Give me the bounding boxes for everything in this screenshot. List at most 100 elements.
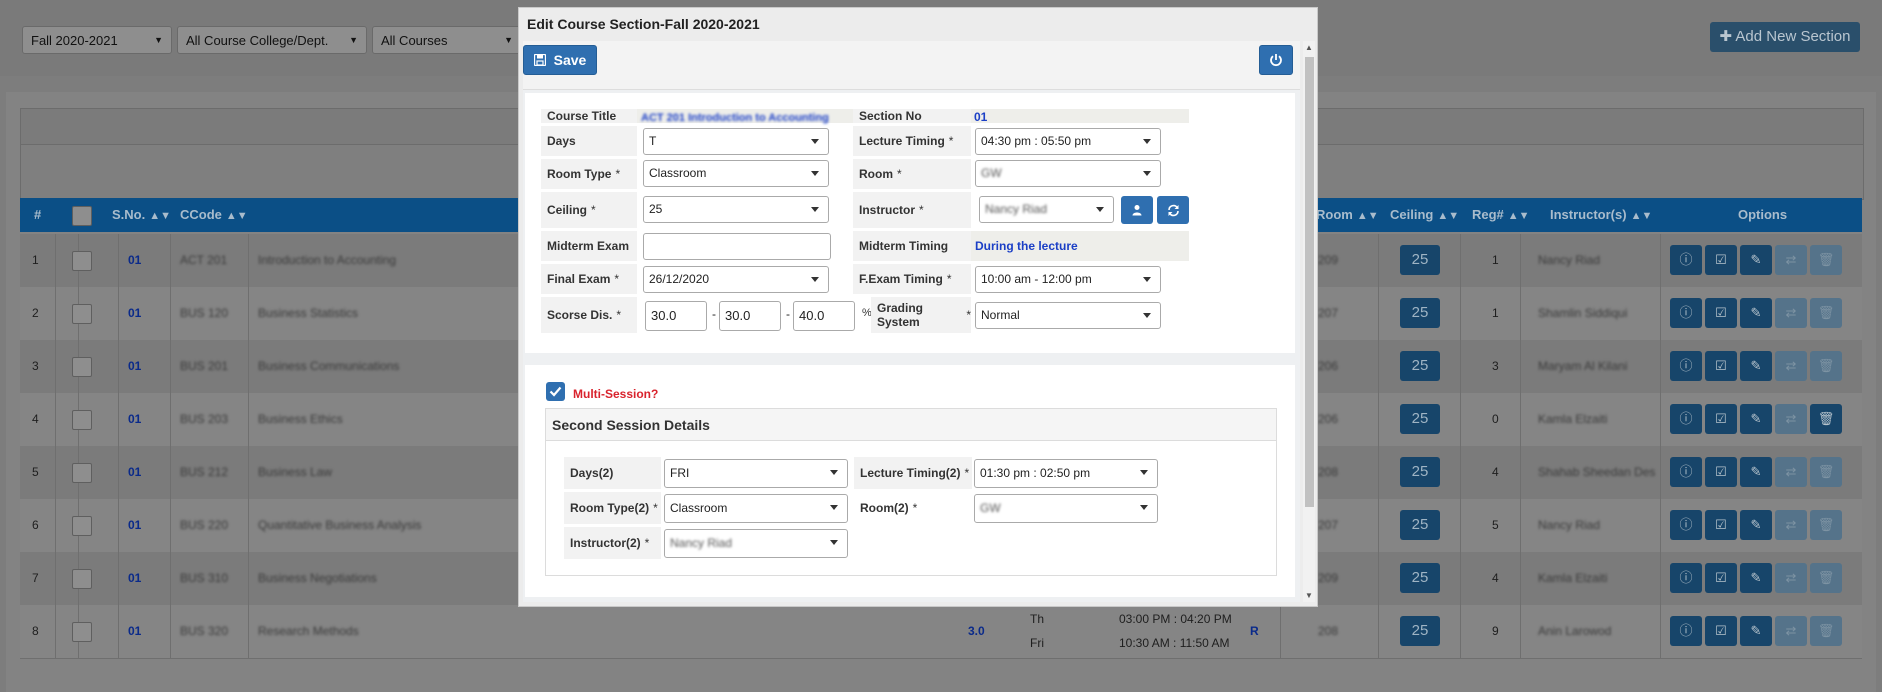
swap-icon[interactable]: ⇄ (1775, 457, 1807, 487)
ceiling-button[interactable]: 25 (1400, 245, 1440, 275)
row-sno[interactable]: 01 (128, 393, 141, 446)
score-midterm-input[interactable]: 30.0 (645, 301, 707, 331)
col-sno[interactable]: S.No. ▲▼ (112, 198, 171, 232)
checkbox-icon[interactable]: ☑ (1705, 404, 1737, 434)
row-sno[interactable]: 01 (128, 287, 141, 340)
add-new-section-button[interactable]: ✚ Add New Section (1710, 22, 1860, 52)
trash-icon[interactable]: 🗑 (1810, 298, 1842, 328)
swap-icon[interactable]: ⇄ (1775, 298, 1807, 328)
checkbox-icon[interactable]: ☑ (1705, 616, 1737, 646)
midterm-exam-input[interactable] (643, 233, 831, 260)
info-icon[interactable]: ⓘ (1670, 616, 1702, 646)
info-icon[interactable]: ⓘ (1670, 404, 1702, 434)
edit-icon[interactable]: ✎ (1740, 616, 1772, 646)
info-icon[interactable]: ⓘ (1670, 245, 1702, 275)
fexam-timing-select[interactable]: 10:00 am - 12:00 pm (975, 266, 1161, 293)
score-final-input[interactable]: 40.0 (793, 301, 855, 331)
trash-icon[interactable]: 🗑 (1810, 404, 1842, 434)
final-exam-select[interactable]: 26/12/2020 (643, 266, 829, 293)
edit-icon[interactable]: ✎ (1740, 245, 1772, 275)
ceiling-button[interactable]: 25 (1400, 298, 1440, 328)
room-type2-select[interactable]: Classroom (664, 494, 848, 523)
info-icon[interactable]: ⓘ (1670, 457, 1702, 487)
ceiling-select[interactable]: 25 (643, 196, 829, 223)
checkbox-icon[interactable]: ☑ (1705, 298, 1737, 328)
instructor-select[interactable]: Nancy Riad (979, 196, 1114, 223)
room2-select[interactable]: GW (974, 494, 1158, 523)
close-button[interactable] (1259, 45, 1293, 75)
room-type-select[interactable]: Classroom (643, 160, 829, 187)
swap-icon[interactable]: ⇄ (1775, 510, 1807, 540)
scroll-up-icon[interactable]: ▲ (1305, 43, 1313, 52)
refresh-instructor-button[interactable] (1157, 196, 1189, 224)
row-checkbox[interactable] (72, 622, 92, 642)
grading-system-select[interactable]: Normal (975, 302, 1161, 329)
row-sno[interactable]: 01 (128, 340, 141, 393)
save-button[interactable]: Save (523, 45, 597, 75)
info-icon[interactable]: ⓘ (1670, 563, 1702, 593)
edit-icon[interactable]: ✎ (1740, 457, 1772, 487)
col-ccode[interactable]: CCode ▲▼ (180, 198, 248, 232)
edit-icon[interactable]: ✎ (1740, 351, 1772, 381)
edit-icon[interactable]: ✎ (1740, 563, 1772, 593)
trash-icon[interactable]: 🗑 (1810, 563, 1842, 593)
row-sno[interactable]: 01 (128, 552, 141, 605)
row-checkbox[interactable] (72, 251, 92, 271)
checkbox-icon[interactable]: ☑ (1705, 457, 1737, 487)
swap-icon[interactable]: ⇄ (1775, 245, 1807, 275)
row-checkbox[interactable] (72, 304, 92, 324)
edit-icon[interactable]: ✎ (1740, 510, 1772, 540)
row-checkbox[interactable] (72, 569, 92, 589)
checkbox-icon[interactable]: ☑ (1705, 351, 1737, 381)
days2-select[interactable]: FRI (664, 459, 848, 488)
room-select[interactable]: GW (975, 160, 1161, 187)
trash-icon[interactable]: 🗑 (1810, 510, 1842, 540)
info-icon[interactable]: ⓘ (1670, 510, 1702, 540)
select-all-checkbox[interactable] (72, 206, 92, 226)
row-checkbox[interactable] (72, 410, 92, 430)
ceiling-button[interactable]: 25 (1400, 510, 1440, 540)
trash-icon[interactable]: 🗑 (1810, 351, 1842, 381)
row-sno[interactable]: 01 (128, 234, 141, 287)
ceiling-button[interactable]: 25 (1400, 457, 1440, 487)
row-checkbox[interactable] (72, 516, 92, 536)
score-coursework-input[interactable]: 30.0 (719, 301, 781, 331)
edit-icon[interactable]: ✎ (1740, 298, 1772, 328)
swap-icon[interactable]: ⇄ (1775, 404, 1807, 434)
col-room[interactable]: Room ▲▼ (1316, 198, 1379, 232)
scroll-thumb[interactable] (1305, 57, 1314, 507)
ceiling-button[interactable]: 25 (1400, 616, 1440, 646)
row-checkbox[interactable] (72, 463, 92, 483)
semester-filter[interactable]: Fall 2020-2021 ▼ (22, 26, 172, 54)
ceiling-button[interactable]: 25 (1400, 563, 1440, 593)
lecture-timing-select[interactable]: 04:30 pm : 05:50 pm (975, 128, 1161, 155)
row-sno[interactable]: 01 (128, 499, 141, 552)
checkbox-icon[interactable]: ☑ (1705, 563, 1737, 593)
lecture-timing2-select[interactable]: 01:30 pm : 02:50 pm (974, 459, 1158, 488)
course-filter[interactable]: All Courses ▼ (372, 26, 522, 54)
trash-icon[interactable]: 🗑 (1810, 245, 1842, 275)
col-ceiling[interactable]: Ceiling ▲▼ (1390, 198, 1459, 232)
checkbox-icon[interactable]: ☑ (1705, 245, 1737, 275)
modal-scrollbar[interactable]: ▲ ▼ (1303, 41, 1315, 602)
days-select[interactable]: T (643, 128, 829, 155)
ceiling-button[interactable]: 25 (1400, 404, 1440, 434)
row-checkbox[interactable] (72, 357, 92, 377)
swap-icon[interactable]: ⇄ (1775, 351, 1807, 381)
ceiling-button[interactable]: 25 (1400, 351, 1440, 381)
col-instructors[interactable]: Instructor(s) ▲▼ (1550, 198, 1652, 232)
info-icon[interactable]: ⓘ (1670, 351, 1702, 381)
col-reg[interactable]: Reg# ▲▼ (1472, 198, 1530, 232)
trash-icon[interactable]: 🗑 (1810, 616, 1842, 646)
row-sno[interactable]: 01 (128, 605, 141, 658)
instructor2-select[interactable]: Nancy Riad (664, 529, 848, 558)
info-icon[interactable]: ⓘ (1670, 298, 1702, 328)
table-row[interactable]: 8 01 BUS 320 Research Methods 208 9 Anin Larow… (20, 605, 1862, 659)
scroll-down-icon[interactable]: ▼ (1305, 591, 1313, 600)
college-filter[interactable]: All Course College/Dept. ▼ (177, 26, 367, 54)
trash-icon[interactable]: 🗑 (1810, 457, 1842, 487)
swap-icon[interactable]: ⇄ (1775, 563, 1807, 593)
instructor-profile-button[interactable] (1121, 196, 1153, 224)
row-sno[interactable]: 01 (128, 446, 141, 499)
multi-session-checkbox[interactable] (546, 382, 565, 401)
